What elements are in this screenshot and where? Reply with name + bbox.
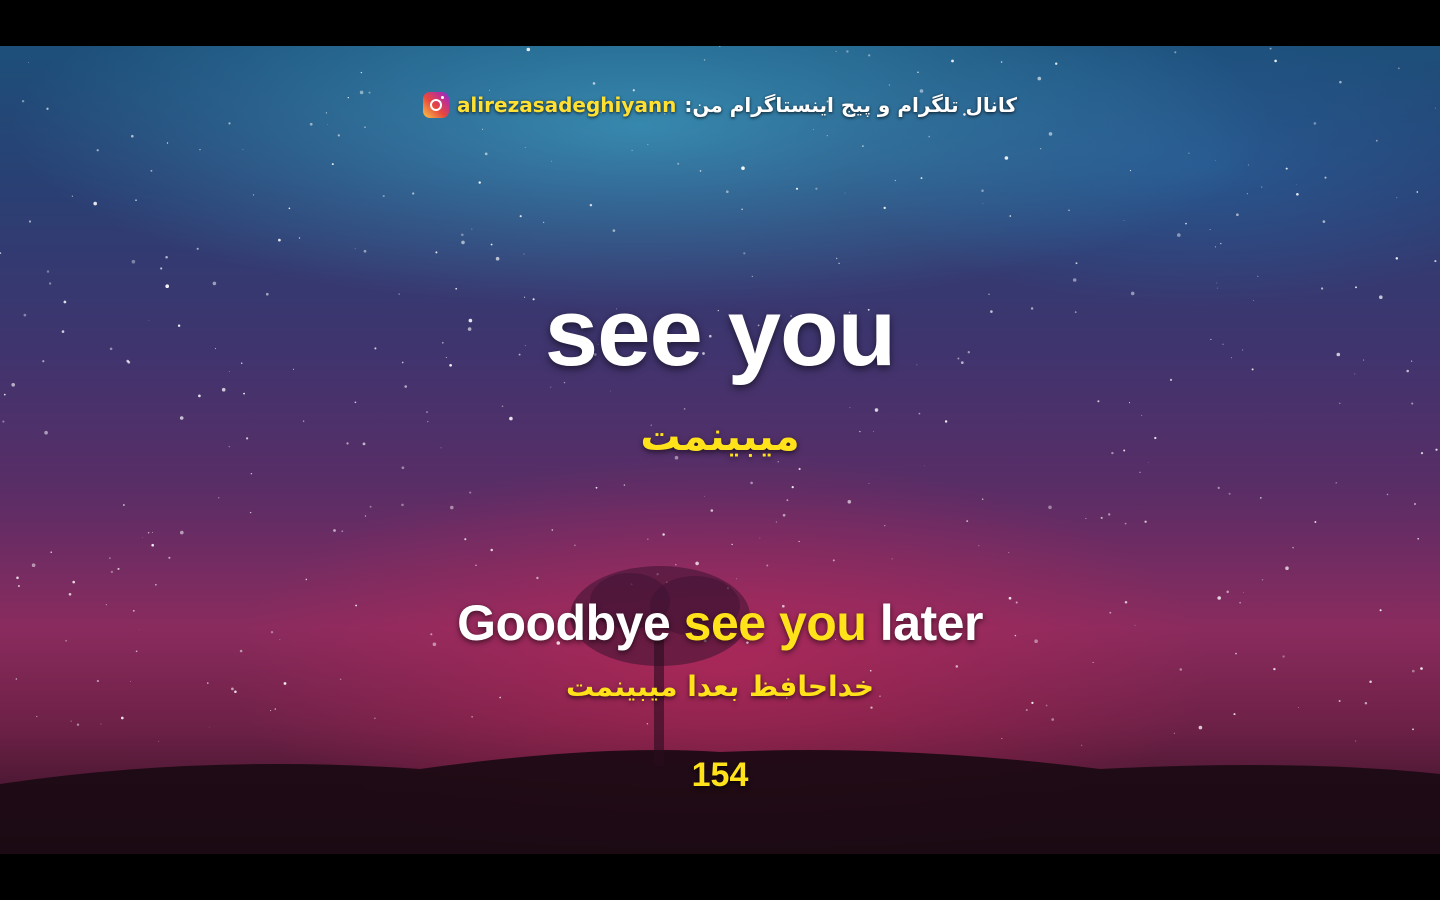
- channel-line: alirezasadeghiyann کانال تلگرام و پیج ای…: [0, 92, 1440, 118]
- video-frame: alirezasadeghiyann کانال تلگرام و پیج ای…: [0, 46, 1440, 854]
- example-sentence-english: Goodbye see you later: [0, 594, 1440, 652]
- example-sentence-persian: خداحافظ بعدا میبینمت: [565, 670, 874, 703]
- word-counter: 154: [691, 756, 749, 794]
- sentence-part-before: Goodbye: [457, 595, 671, 651]
- instagram-handle[interactable]: alirezasadeghiyann: [457, 93, 676, 117]
- vocab-word-english: see you: [544, 279, 897, 386]
- instagram-icon: [422, 92, 449, 118]
- sentence-highlight: see you: [683, 595, 867, 651]
- vocab-word-persian: میبینمت: [640, 414, 800, 460]
- channel-label: کانال تلگرام و پیج اینستاگرام من:: [684, 93, 1018, 117]
- subtitle-layer: alirezasadeghiyann کانال تلگرام و پیج ای…: [0, 46, 1440, 854]
- sentence-part-after: later: [879, 595, 984, 651]
